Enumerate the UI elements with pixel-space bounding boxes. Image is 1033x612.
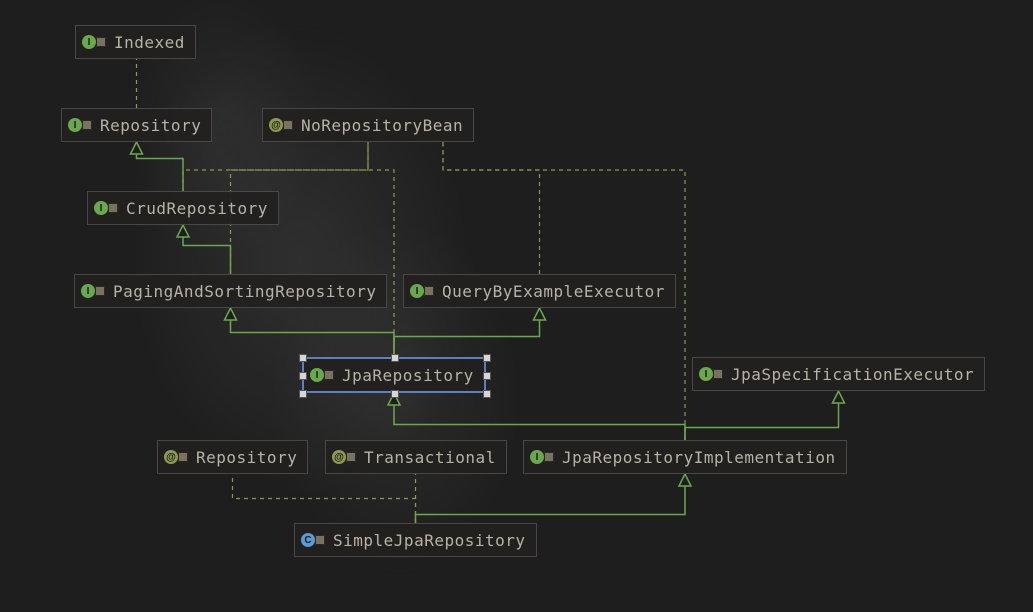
node-repositoryAnno[interactable]: @ Repository xyxy=(157,440,308,474)
inherit-edge xyxy=(685,391,839,440)
node-jpaSpecExec[interactable]: I JpaSpecificationExecutor xyxy=(692,357,985,391)
node-label: Transactional xyxy=(364,448,496,467)
selection-handle[interactable] xyxy=(483,390,491,398)
library-icon xyxy=(108,203,118,213)
interface-icon: I xyxy=(310,366,336,384)
selection-handle[interactable] xyxy=(483,354,491,362)
annotation-edge xyxy=(368,142,394,357)
interface-icon: I xyxy=(68,116,94,134)
node-label: PagingAndSortingRepository xyxy=(113,282,376,301)
node-label: QueryByExampleExecutor xyxy=(442,282,665,301)
node-label: JpaRepository xyxy=(342,366,474,385)
node-label: Repository xyxy=(196,448,297,467)
library-icon xyxy=(324,370,334,380)
library-icon xyxy=(315,535,325,545)
node-simpleJpaRepo[interactable]: C SimpleJpaRepository xyxy=(294,523,537,557)
node-repository1[interactable]: I Repository xyxy=(61,108,212,142)
annotation-edge xyxy=(443,142,540,274)
library-icon xyxy=(544,452,554,462)
node-label: Indexed xyxy=(114,33,185,52)
library-icon xyxy=(283,120,293,130)
interface-icon: I xyxy=(82,33,108,51)
annotation-edge xyxy=(233,474,416,523)
interface-icon: I xyxy=(81,282,107,300)
node-label: Repository xyxy=(100,116,201,135)
interface-icon: I xyxy=(410,282,436,300)
selection-handle[interactable] xyxy=(483,372,491,380)
inherit-edge xyxy=(183,225,231,274)
annotation-icon: @ xyxy=(164,448,190,466)
inherit-edge xyxy=(416,474,686,523)
annotation-edge xyxy=(183,142,368,191)
node-label: JpaRepositoryImplementation xyxy=(562,448,836,467)
node-indexed[interactable]: I Indexed xyxy=(75,25,196,59)
selection-handle[interactable] xyxy=(299,354,307,362)
node-jpaRepoImpl[interactable]: I JpaRepositoryImplementation xyxy=(523,440,847,474)
node-label: SimpleJpaRepository xyxy=(333,531,526,550)
annotation-icon: @ xyxy=(269,116,295,134)
node-label: JpaSpecificationExecutor xyxy=(731,365,974,384)
library-icon xyxy=(96,37,106,47)
library-icon xyxy=(424,286,434,296)
class-icon: C xyxy=(301,531,327,549)
node-jpaRepo[interactable]: I JpaRepository xyxy=(302,357,486,393)
library-icon xyxy=(82,120,92,130)
node-label: CrudRepository xyxy=(126,199,268,218)
interface-icon: I xyxy=(699,365,725,383)
node-paging[interactable]: I PagingAndSortingRepository xyxy=(74,274,387,308)
interface-icon: I xyxy=(94,199,120,217)
node-qbe[interactable]: I QueryByExampleExecutor xyxy=(403,274,676,308)
library-icon xyxy=(713,369,723,379)
node-transactional[interactable]: @ Transactional xyxy=(325,440,507,474)
selection-handle[interactable] xyxy=(391,354,399,362)
library-icon xyxy=(178,452,188,462)
annotation-icon: @ xyxy=(332,448,358,466)
library-icon xyxy=(95,286,105,296)
selection-handle[interactable] xyxy=(299,372,307,380)
inherit-edge xyxy=(231,308,395,357)
inherit-edge xyxy=(394,308,540,357)
node-label: NoRepositoryBean xyxy=(301,116,463,135)
interface-icon: I xyxy=(530,448,556,466)
node-crud[interactable]: I CrudRepository xyxy=(87,191,279,225)
library-icon xyxy=(346,452,356,462)
inherit-edge xyxy=(137,142,184,191)
selection-handle[interactable] xyxy=(391,390,399,398)
node-noRepoBean[interactable]: @ NoRepositoryBean xyxy=(262,108,474,142)
selection-handle[interactable] xyxy=(299,390,307,398)
inherit-edge xyxy=(394,393,685,440)
